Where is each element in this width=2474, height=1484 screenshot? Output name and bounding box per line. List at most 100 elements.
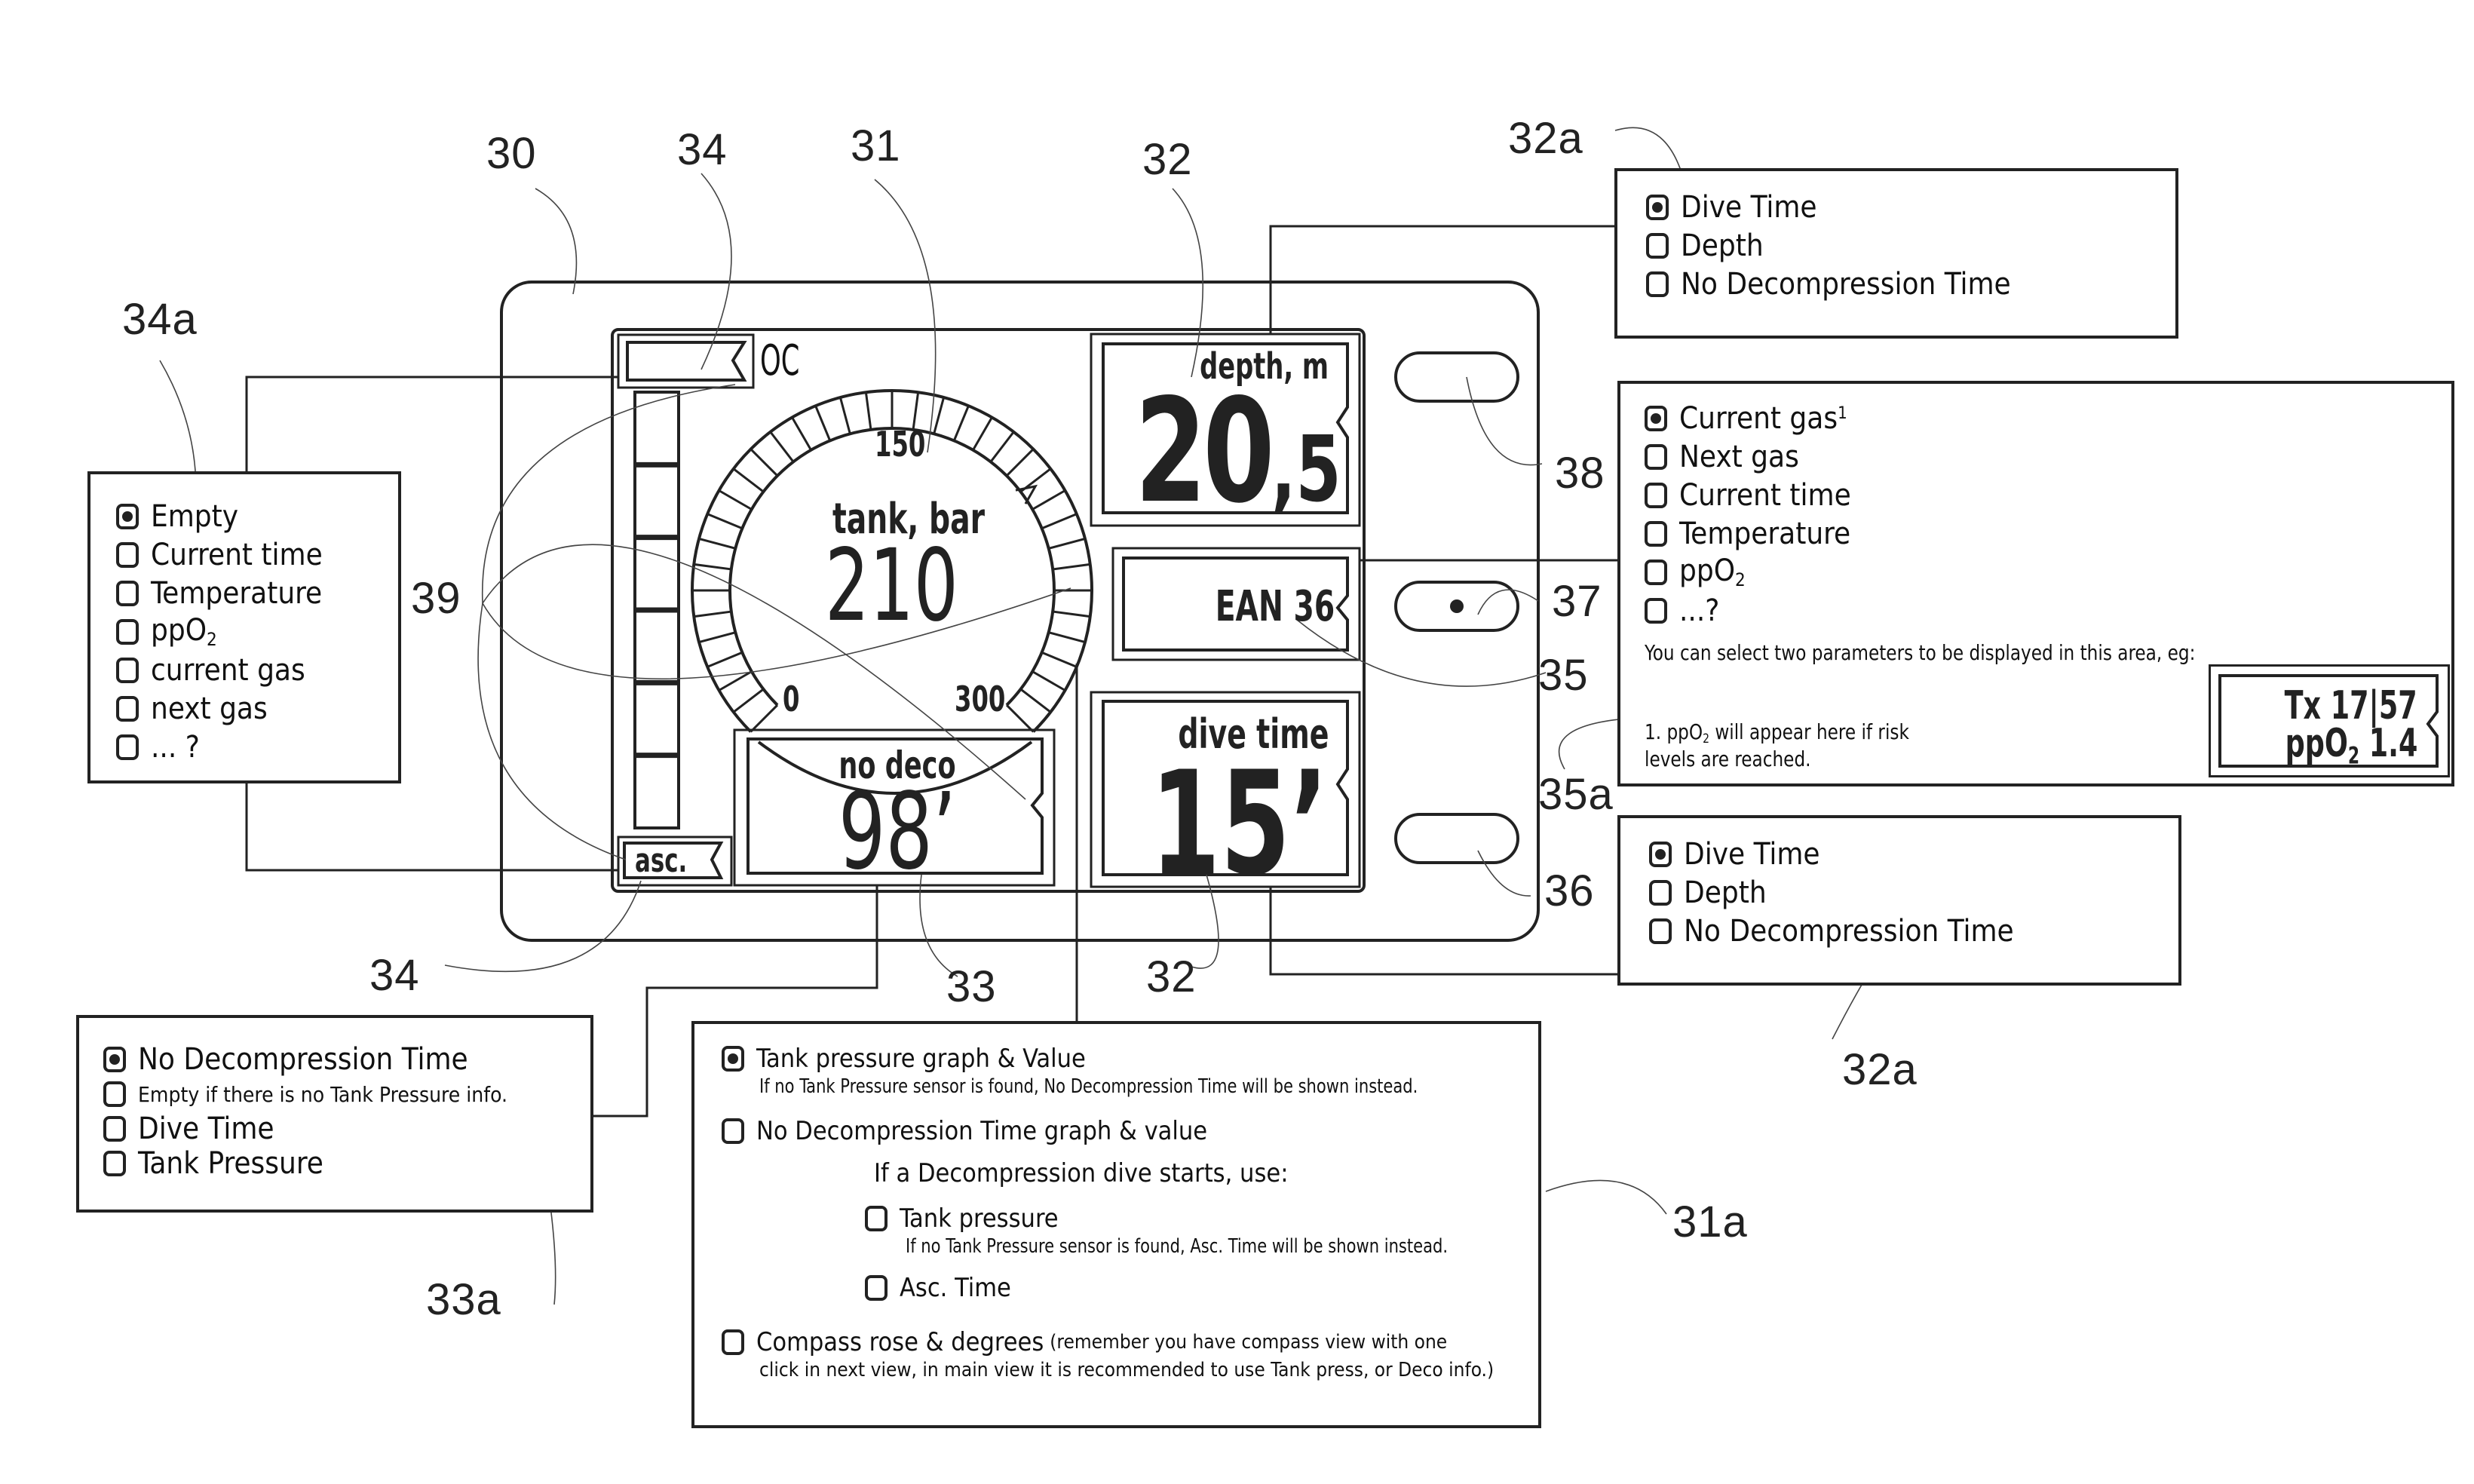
option-label: Empty — [151, 498, 239, 534]
radio-unselected[interactable] — [116, 580, 139, 606]
radio-unselected[interactable] — [116, 541, 139, 568]
option-label: Current time — [151, 537, 323, 572]
gauge-tick — [1005, 448, 1035, 477]
radio-unselected[interactable] — [116, 657, 139, 683]
32a-bottom-option[interactable]: No Decompression Time — [1649, 912, 2178, 950]
gauge-tick — [933, 397, 946, 434]
gauge-scale-min: 0 — [783, 679, 800, 719]
35a-option[interactable]: Temperature — [1645, 514, 2451, 553]
radio-selected[interactable] — [1649, 841, 1672, 867]
checkbox-sub-asc-time[interactable] — [865, 1275, 888, 1301]
options-32a-top-list: Dive Time Depth No Decompression Time — [1646, 188, 2175, 303]
ref-32a-bottom: 32a — [1842, 1045, 1918, 1094]
radio-unselected[interactable] — [103, 1116, 126, 1142]
radio-unselected[interactable] — [1645, 443, 1667, 470]
option-note: If no Tank Pressure sensor is found, Asc… — [906, 1235, 1449, 1258]
32a-bottom-option[interactable]: Depth — [1649, 873, 2178, 912]
option-label: Depth — [1684, 875, 1767, 910]
radio-unselected[interactable] — [1649, 879, 1672, 906]
radio-unselected[interactable] — [1645, 559, 1667, 585]
35a-option[interactable]: ...? — [1645, 591, 2451, 630]
option-label: Dive Time — [1684, 836, 1820, 872]
option-sub-asc-time[interactable]: Asc. Time — [865, 1271, 1538, 1305]
option-note: If no Tank Pressure sensor is found, No … — [759, 1075, 1418, 1098]
gauge-tick — [769, 431, 795, 463]
gauge-tick — [1041, 651, 1078, 668]
32a-top-option[interactable]: No Decompression Time — [1646, 265, 2175, 303]
gauge-tick — [838, 397, 851, 434]
radio-unselected[interactable] — [103, 1081, 126, 1107]
gauge-tick — [1048, 537, 1086, 550]
radio-unselected[interactable] — [1645, 520, 1667, 547]
35a-option[interactable]: Current time — [1645, 476, 2451, 514]
tank-gauge-value: 210 — [825, 528, 958, 644]
gauge-tick — [732, 468, 765, 493]
radio-unselected[interactable] — [116, 734, 139, 760]
options-box-32a-top: Dive Time Depth No Decompression Time — [1614, 168, 2178, 339]
32a-bottom-option[interactable]: Dive Time — [1649, 835, 2178, 873]
33a-option[interactable]: Tank Pressure — [103, 1146, 590, 1181]
footnote-post: will appear here if risk — [1709, 719, 1909, 744]
ref-35a: 35a — [1538, 770, 1614, 819]
option-sub-tank-pressure[interactable]: Tank pressure — [865, 1202, 1538, 1235]
34a-option[interactable]: current gas — [116, 651, 398, 689]
34a-option[interactable]: Current time — [116, 535, 398, 574]
example-line2-post: 1.4 — [2359, 721, 2417, 766]
radio-selected[interactable] — [116, 503, 139, 529]
ascent-bar — [633, 391, 680, 829]
option-label: No Decompression Time — [1681, 266, 2011, 302]
35a-option[interactable]: ppO2 — [1645, 553, 2451, 591]
35a-option[interactable]: Current gas1 — [1645, 399, 2451, 437]
radio-unselected[interactable] — [116, 618, 139, 645]
ref-35: 35 — [1538, 651, 1589, 700]
option-compass[interactable]: Compass rose & degrees (remember you hav… — [722, 1326, 1538, 1359]
radio-selected[interactable] — [103, 1047, 126, 1072]
radio-unselected[interactable] — [1646, 271, 1669, 297]
radio-unselected[interactable] — [1645, 482, 1667, 508]
35a-option[interactable]: Next gas — [1645, 437, 2451, 476]
option-label: ...? — [1679, 593, 1720, 628]
button-bottom — [1394, 813, 1519, 864]
34a-option[interactable]: Empty — [116, 497, 398, 535]
33a-option[interactable]: Dive Time — [103, 1111, 590, 1146]
ref-34-top: 34 — [677, 125, 728, 174]
34a-option[interactable]: ppO2 — [116, 612, 398, 651]
ref-32a-top: 32a — [1508, 114, 1583, 163]
option-label: Current gas1 — [1679, 400, 1847, 436]
radio-nodeco-graph[interactable] — [722, 1118, 744, 1144]
34a-option[interactable]: next gas — [116, 689, 398, 728]
radio-compass[interactable] — [722, 1329, 744, 1355]
gauge-value-marker — [1015, 484, 1038, 504]
gauge-tick — [707, 651, 743, 668]
32a-top-option[interactable]: Depth — [1646, 226, 2175, 265]
radio-unselected[interactable] — [103, 1151, 126, 1176]
nodeco-value: 98’ — [838, 771, 957, 894]
radio-unselected[interactable] — [1649, 918, 1672, 944]
32a-top-option[interactable]: Dive Time — [1646, 188, 2175, 226]
depth-value-dec: ,5 — [1271, 418, 1341, 523]
button-top — [1394, 351, 1519, 403]
option-nodeco-graph[interactable]: No Decompression Time graph & value — [722, 1115, 1538, 1148]
radio-unselected[interactable] — [116, 695, 139, 722]
radio-unselected[interactable] — [1645, 597, 1667, 624]
gauge-tick — [1032, 489, 1066, 511]
radio-selected[interactable] — [1646, 194, 1669, 220]
option-label: ppO2 — [1679, 553, 1746, 591]
radio-unselected[interactable] — [1646, 232, 1669, 259]
radio-tank-pressure-graph[interactable] — [722, 1046, 744, 1072]
ref-39: 39 — [411, 574, 461, 623]
option-label: Current time — [1679, 477, 1851, 513]
option-label: Tank Pressure — [138, 1146, 323, 1181]
34a-option[interactable]: Temperature — [116, 574, 398, 612]
option-label: Dive Time — [138, 1111, 274, 1146]
gas-value: EAN 36 — [1215, 582, 1335, 631]
example-field: Tx 17|57 ppO2 1.4 — [2209, 664, 2450, 777]
option-tank-pressure-graph[interactable]: Tank pressure graph & Value — [722, 1042, 1538, 1075]
radio-selected[interactable] — [1645, 405, 1667, 431]
dive-time-value: 15’ — [1150, 740, 1329, 907]
checkbox-sub-tank-pressure[interactable] — [865, 1206, 888, 1231]
33a-option[interactable]: No Decompression Time — [103, 1042, 590, 1077]
34a-option[interactable]: ... ? — [116, 728, 398, 766]
33a-option[interactable]: Empty if there is no Tank Pressure info. — [103, 1077, 590, 1111]
options-box-31a: Tank pressure graph & Value If no Tank P… — [691, 1021, 1541, 1428]
